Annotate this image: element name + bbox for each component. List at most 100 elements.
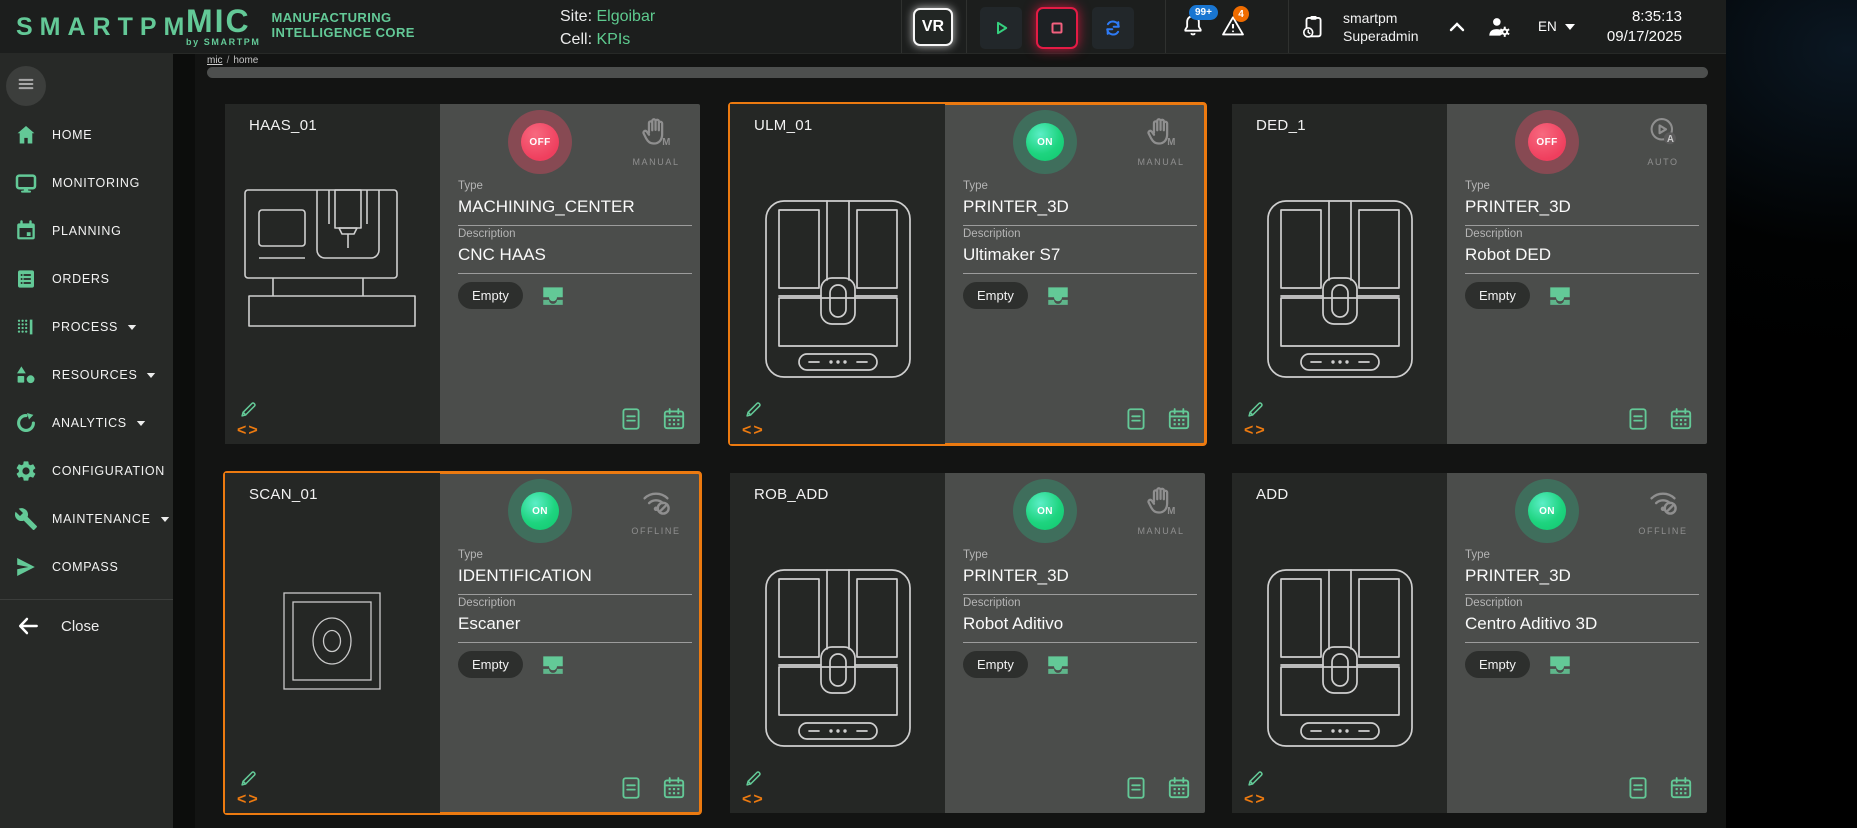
calendar-icon <box>14 219 38 243</box>
sidebar-item-maintenance[interactable]: MAINTENANCE <box>0 495 173 543</box>
machine-card-HAAS_01[interactable]: HAAS_01 <> OFF M MANUAL Type MACHINING_C… <box>225 104 700 444</box>
machine-card-ADD[interactable]: ADD <> ON OFFLINE Type PRINTER_3D Descri… <box>1232 473 1707 813</box>
site-value[interactable]: Elgoibar <box>596 8 655 25</box>
user-settings-button[interactable] <box>1486 14 1512 40</box>
machine-card-ULM_01[interactable]: ULM_01 <> ON M MANUAL Type PRINTER_3D De… <box>728 102 1207 446</box>
header-divider <box>1288 0 1289 53</box>
horizontal-scrollbar[interactable] <box>207 67 1708 78</box>
tray-icon[interactable] <box>1547 652 1573 678</box>
tray-icon[interactable] <box>1045 652 1071 678</box>
machine-name: ULM_01 <box>754 117 813 134</box>
scanner-drawing <box>282 591 382 691</box>
header-divider <box>901 0 902 53</box>
sidebar-item-process[interactable]: PROCESS <box>0 303 173 351</box>
site-label: Site: <box>560 8 593 25</box>
alert-count-badge: 4 <box>1233 6 1249 22</box>
printer-3d-drawing <box>1265 567 1415 749</box>
status-badge: ON <box>508 479 572 543</box>
sidebar-item-home[interactable]: HOME <box>0 111 173 159</box>
stop-button[interactable] <box>1036 7 1078 49</box>
sidebar-item-label: ANALYTICS <box>52 416 127 430</box>
code-icon[interactable]: <> <box>237 790 260 810</box>
document-icon[interactable] <box>1625 406 1651 432</box>
language-selector[interactable]: EN <box>1538 19 1576 34</box>
sidebar-item-label: CONFIGURATION <box>52 464 166 478</box>
manual-mode-icon: M <box>638 118 674 154</box>
refresh-button[interactable] <box>1092 7 1134 49</box>
slot-status-chip: Empty <box>1465 282 1530 309</box>
document-icon[interactable] <box>1123 406 1149 432</box>
code-icon[interactable]: <> <box>742 790 765 810</box>
calendar-icon[interactable] <box>1668 406 1694 432</box>
status-badge: ON <box>1013 110 1077 174</box>
task-history-button[interactable] <box>1300 14 1326 40</box>
hamburger-icon <box>15 73 37 100</box>
document-icon[interactable] <box>618 775 644 801</box>
sidebar-item-configuration[interactable]: CONFIGURATION <box>0 447 173 495</box>
code-icon[interactable]: <> <box>742 421 765 441</box>
mode-label: OFFLINE <box>631 526 681 536</box>
calendar-icon[interactable] <box>661 775 687 801</box>
code-icon[interactable]: <> <box>1244 421 1267 441</box>
sidebar-item-analytics[interactable]: ANALYTICS <box>0 399 173 447</box>
calendar-icon[interactable] <box>1668 775 1694 801</box>
edit-pencil-icon[interactable] <box>1245 767 1267 789</box>
type-label: Type <box>458 549 483 561</box>
tray-icon[interactable] <box>1045 283 1071 309</box>
code-icon[interactable]: <> <box>237 421 260 441</box>
resources-icon <box>14 363 38 387</box>
chevron-down-icon <box>136 420 146 426</box>
cell-value[interactable]: KPIs <box>596 31 630 48</box>
description-value: Robot DED <box>1465 245 1699 274</box>
machine-card-SCAN_01[interactable]: SCAN_01 <> ON OFFLINE Type IDENTIFICATIO… <box>223 471 702 815</box>
calendar-icon[interactable] <box>1166 775 1192 801</box>
svg-text:M: M <box>1167 506 1175 517</box>
sidebar-item-compass[interactable]: COMPASS <box>0 543 173 591</box>
language-value: EN <box>1538 19 1557 34</box>
sidebar-item-planning[interactable]: PLANNING <box>0 207 173 255</box>
sidebar-item-resources[interactable]: RESOURCES <box>0 351 173 399</box>
document-icon[interactable] <box>618 406 644 432</box>
calendar-icon[interactable] <box>661 406 687 432</box>
close-button[interactable]: Close <box>0 600 173 652</box>
user-gear-icon <box>1486 14 1512 40</box>
printer-3d-drawing <box>763 567 913 749</box>
machine-name: ADD <box>1256 486 1289 503</box>
code-icon[interactable]: <> <box>1244 790 1267 810</box>
sidebar-item-monitoring[interactable]: MONITORING <box>0 159 173 207</box>
vr-button[interactable]: VR <box>913 8 953 46</box>
collapse-user-menu-button[interactable] <box>1448 20 1466 34</box>
sidebar-item-label: COMPASS <box>52 560 119 574</box>
type-value: PRINTER_3D <box>1465 197 1699 226</box>
edit-pencil-icon[interactable] <box>1245 398 1267 420</box>
edit-pencil-icon[interactable] <box>743 398 765 420</box>
user-menu[interactable]: smartpm Superadmin <box>1343 9 1419 45</box>
breadcrumb-link-mic[interactable]: mic <box>207 55 223 66</box>
document-icon[interactable] <box>1123 775 1149 801</box>
tray-icon[interactable] <box>1547 283 1573 309</box>
edit-pencil-icon[interactable] <box>238 398 260 420</box>
document-icon[interactable] <box>1625 775 1651 801</box>
machine-name: ROB_ADD <box>754 486 829 503</box>
status-badge: ON <box>1013 479 1077 543</box>
edit-pencil-icon[interactable] <box>238 767 260 789</box>
machine-card-DED_1[interactable]: DED_1 <> OFF A AUTO Type PRINTER_3D Desc… <box>1232 104 1707 444</box>
edit-pencil-icon[interactable] <box>743 767 765 789</box>
chevron-up-icon <box>1448 21 1466 38</box>
slot-status-chip: Empty <box>963 282 1028 309</box>
refresh-icon <box>1101 16 1125 40</box>
type-value: MACHINING_CENTER <box>458 197 692 226</box>
play-button[interactable] <box>980 7 1022 49</box>
monitor-icon <box>14 171 38 195</box>
machine-card-ROB_ADD[interactable]: ROB_ADD <> ON M MANUAL Type PRINTER_3D D… <box>730 473 1205 813</box>
tray-icon[interactable] <box>540 283 566 309</box>
calendar-icon[interactable] <box>1166 406 1192 432</box>
mic-logo: MIC by SMARTPM MANUFACTURING INTELLIGENC… <box>186 5 415 47</box>
mode-label: MANUAL <box>1137 526 1185 536</box>
mode-label: MANUAL <box>632 157 680 167</box>
site-cell-info: Site: Elgoibar Cell: KPIs <box>560 5 655 51</box>
tray-icon[interactable] <box>540 652 566 678</box>
sidebar-item-orders[interactable]: ORDERS <box>0 255 173 303</box>
menu-toggle-button[interactable] <box>6 66 46 106</box>
sidebar-item-label: HOME <box>52 128 93 142</box>
